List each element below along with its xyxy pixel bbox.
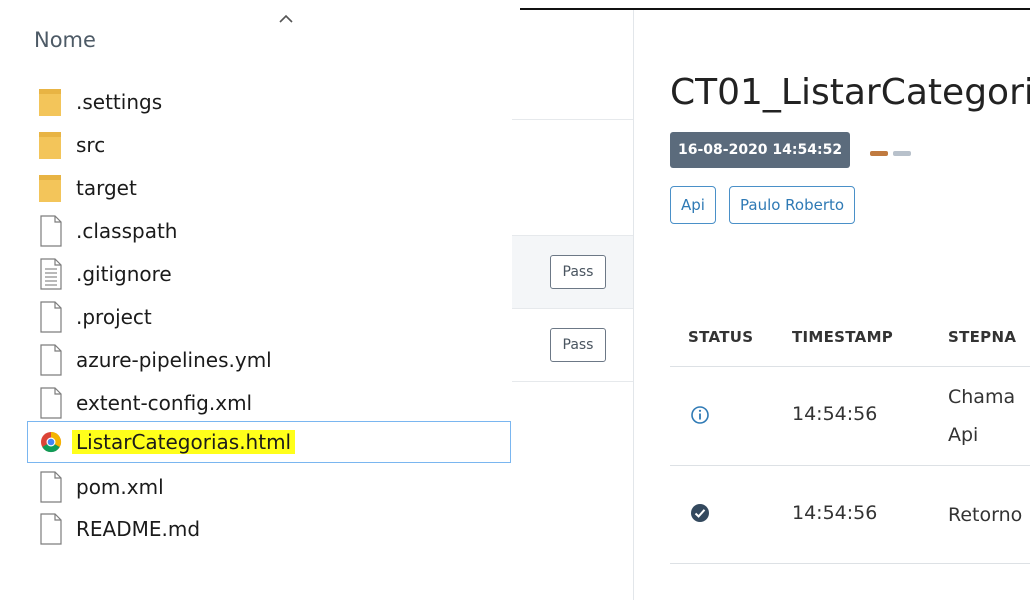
- document-icon: [40, 344, 62, 376]
- table-divider: [670, 366, 1030, 367]
- column-header-timestamp: TIMESTAMP: [792, 328, 894, 346]
- table-divider: [670, 563, 1030, 564]
- column-header-status: STATUS: [688, 328, 754, 346]
- document-icon: [40, 471, 62, 503]
- file-explorer-pane: Nome .settings src target .classpath .gi…: [0, 0, 512, 600]
- text-file-icon: [40, 258, 62, 290]
- file-item-pom[interactable]: pom.xml: [28, 467, 510, 507]
- divider: [512, 308, 633, 309]
- top-border: [520, 8, 1030, 10]
- file-name: target: [76, 176, 137, 200]
- extent-report-pane: Pass Pass CT01_ListarCategori 16-08-2020…: [512, 0, 1030, 600]
- check-circle-icon: [691, 504, 709, 522]
- timestamp-badge: 16-08-2020 14:54:52: [670, 132, 851, 168]
- tag-author[interactable]: Paulo Roberto: [729, 186, 856, 224]
- status-dash-secondary: [893, 151, 911, 156]
- document-icon: [40, 513, 62, 545]
- file-item-azure-pipelines[interactable]: azure-pipelines.yml: [28, 340, 510, 380]
- chevron-up-icon[interactable]: [277, 10, 295, 28]
- pass-badge[interactable]: Pass: [550, 328, 606, 362]
- table-cell-time: 14:54:56: [792, 403, 878, 425]
- file-name: .project: [76, 305, 152, 329]
- file-name: README.md: [76, 517, 201, 541]
- folder-icon: [39, 132, 61, 159]
- file-item-settings[interactable]: .settings: [28, 82, 510, 122]
- file-name: extent-config.xml: [76, 391, 253, 415]
- file-item-project[interactable]: .project: [28, 297, 510, 337]
- file-name: pom.xml: [76, 475, 164, 499]
- pass-badge[interactable]: Pass: [550, 255, 606, 289]
- column-header-stepname: STEPNA: [948, 328, 1017, 346]
- file-item-src[interactable]: src: [28, 125, 510, 165]
- folder-icon: [39, 89, 61, 116]
- test-title: CT01_ListarCategori: [670, 72, 1030, 113]
- document-icon: [40, 301, 62, 333]
- file-name: .settings: [76, 90, 163, 114]
- column-divider: [633, 10, 634, 600]
- status-dash-primary: [870, 151, 888, 156]
- file-name: azure-pipelines.yml: [76, 348, 272, 372]
- tag-api[interactable]: Api: [670, 186, 716, 224]
- file-item-readme[interactable]: README.md: [28, 509, 510, 549]
- table-cell-step: Api: [948, 424, 979, 446]
- divider: [512, 119, 633, 120]
- divider: [512, 381, 633, 382]
- file-item-listarcategorias[interactable]: ListarCategorias.html: [27, 421, 511, 463]
- column-header-name[interactable]: Nome: [34, 28, 96, 52]
- file-item-target[interactable]: target: [28, 168, 510, 208]
- info-icon: [691, 406, 709, 424]
- file-name: .classpath: [76, 219, 178, 243]
- file-name: .gitignore: [76, 262, 172, 286]
- file-item-gitignore[interactable]: .gitignore: [28, 254, 510, 294]
- table-divider: [670, 465, 1030, 466]
- table-cell-time: 14:54:56: [792, 502, 878, 524]
- file-item-classpath[interactable]: .classpath: [28, 211, 510, 251]
- file-name: ListarCategorias.html: [72, 430, 296, 454]
- folder-icon: [39, 175, 61, 202]
- file-name: src: [76, 133, 106, 157]
- document-icon: [40, 215, 62, 247]
- table-cell-step: Chama: [948, 386, 1016, 408]
- divider: [512, 235, 633, 236]
- chrome-icon: [41, 431, 62, 453]
- file-item-extent-config[interactable]: extent-config.xml: [28, 383, 510, 423]
- document-icon: [40, 387, 62, 419]
- table-cell-step: Retorno: [948, 504, 1023, 526]
